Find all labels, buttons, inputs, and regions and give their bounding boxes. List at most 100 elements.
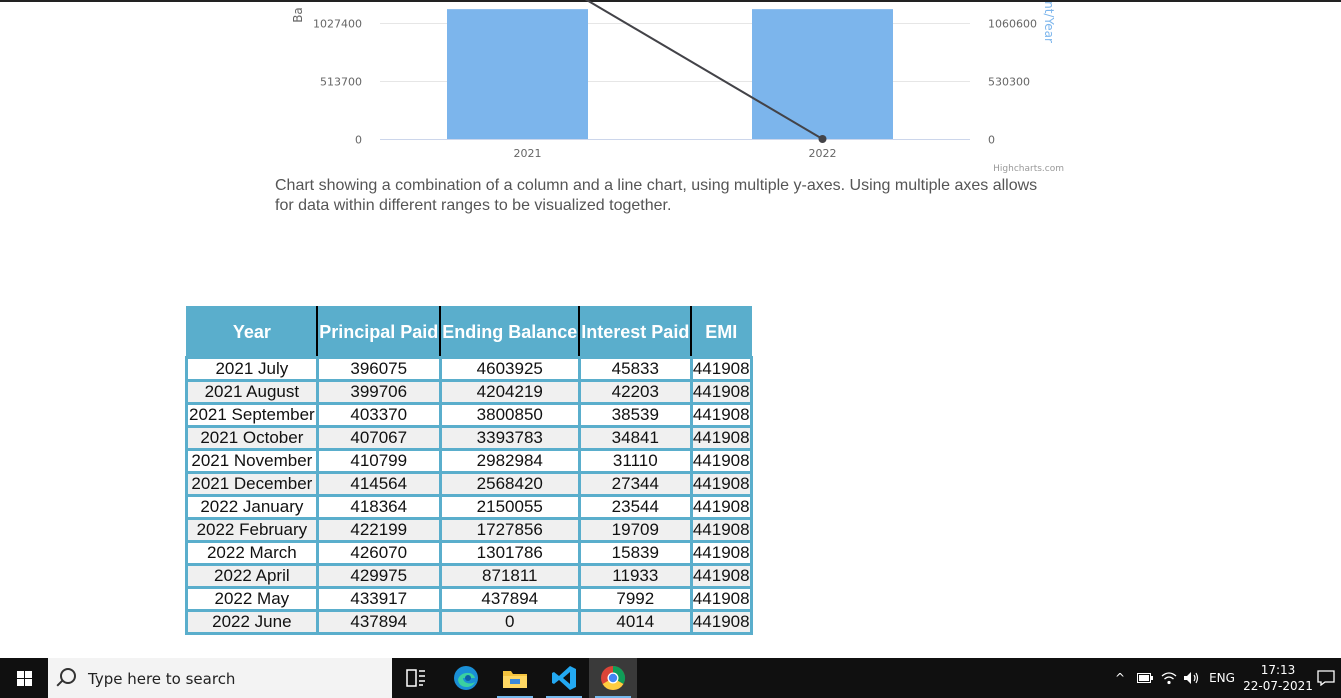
cell-year: 2022 March (185, 540, 319, 566)
table-row: 2021 July 396075 4603925 45833 441908 (185, 356, 753, 382)
volume-icon[interactable] (1183, 671, 1201, 685)
column-bar (752, 9, 893, 139)
table-row: 2022 April 429975 871811 11933 441908 (185, 563, 753, 589)
wifi-icon[interactable] (1161, 671, 1177, 685)
search-icon (60, 668, 76, 684)
cell-ending-balance: 4204219 (438, 379, 581, 405)
edge-taskbar-button[interactable] (442, 658, 490, 698)
chevron-up-icon[interactable]: ^ (1115, 671, 1125, 685)
cell-year: 2021 July (185, 356, 319, 382)
cell-principal-paid: 410799 (315, 448, 442, 474)
cell-interest-paid: 15839 (577, 540, 693, 566)
header-principal-paid: Principal Paid (316, 306, 442, 359)
cell-emi: 441908 (689, 448, 753, 474)
cell-year: 2021 November (185, 448, 319, 474)
cell-ending-balance: 2150055 (438, 494, 581, 520)
table-row: 2021 August 399706 4204219 42203 441908 (185, 379, 753, 405)
cell-interest-paid: 34841 (577, 425, 693, 451)
table-row: 2021 September 403370 3800850 38539 441908 (185, 402, 753, 428)
chrome-taskbar-button[interactable] (589, 658, 637, 698)
cell-interest-paid: 23544 (577, 494, 693, 520)
cell-year: 2021 October (185, 425, 319, 451)
cell-ending-balance: 0 (438, 609, 581, 635)
cell-emi: 441908 (689, 540, 753, 566)
cell-principal-paid: 414564 (315, 471, 442, 497)
chrome-icon (601, 665, 625, 691)
folder-icon (503, 671, 527, 688)
cell-emi: 441908 (689, 356, 753, 382)
language-indicator[interactable]: ENG (1209, 671, 1235, 685)
notifications-button[interactable] (1310, 658, 1341, 698)
search-placeholder: Type here to search (88, 670, 236, 688)
x-axis-tick-label: 2021 (514, 147, 542, 160)
cell-ending-balance: 2982984 (438, 448, 581, 474)
table-row: 2022 May 433917 437894 7992 441908 (185, 586, 753, 612)
table-row: 2022 February 422199 1727856 19709 441908 (185, 517, 753, 543)
right-axis-tick-label: 1060600 (988, 18, 1037, 31)
task-view-button[interactable] (392, 658, 440, 698)
cell-year: 2022 May (185, 586, 319, 612)
cell-principal-paid: 407067 (315, 425, 442, 451)
system-tray: ^ ENG (1115, 658, 1235, 698)
cell-interest-paid: 31110 (577, 448, 693, 474)
line-point (818, 135, 827, 143)
cell-ending-balance: 3800850 (438, 402, 581, 428)
cell-year: 2022 January (185, 494, 319, 520)
right-axis-title: nt/Year (1042, 1, 1056, 43)
battery-icon[interactable] (1137, 673, 1154, 683)
start-button[interactable] (0, 658, 48, 698)
table-row: 2021 November 410799 2982984 31110 441908 (185, 448, 753, 474)
column-bar (447, 9, 588, 139)
vscode-icon (552, 666, 576, 690)
left-axis-tick-label: 1027400 (313, 18, 362, 31)
cell-emi: 441908 (689, 517, 753, 543)
cell-emi: 441908 (689, 379, 753, 405)
cell-ending-balance: 4603925 (438, 356, 581, 382)
vscode-taskbar-button[interactable] (540, 658, 588, 698)
cell-principal-paid: 433917 (315, 586, 442, 612)
cell-ending-balance: 1301786 (438, 540, 581, 566)
cell-year: 2021 August (185, 379, 319, 405)
left-axis-tick-label: 513700 (320, 76, 362, 89)
highcharts-credits: Highcharts.com (993, 164, 1064, 174)
cell-interest-paid: 42203 (577, 379, 693, 405)
cell-emi: 441908 (689, 494, 753, 520)
cell-ending-balance: 1727856 (438, 517, 581, 543)
taskbar-clock[interactable]: 17:13 22-07-2021 (1240, 662, 1316, 694)
cell-interest-paid: 4014 (577, 609, 693, 635)
table-row: 2022 January 418364 2150055 23544 441908 (185, 494, 753, 520)
cell-principal-paid: 403370 (315, 402, 442, 428)
cell-principal-paid: 399706 (315, 379, 442, 405)
notification-icon (1316, 670, 1335, 686)
cell-emi: 441908 (689, 425, 753, 451)
cell-ending-balance: 3393783 (438, 425, 581, 451)
header-ending-balance: Ending Balance (439, 306, 581, 359)
edge-icon (454, 666, 478, 690)
cell-interest-paid: 19709 (577, 517, 693, 543)
cell-interest-paid: 45833 (577, 356, 693, 382)
table-header-row: Year Principal Paid Ending Balance Inter… (185, 306, 753, 359)
windows-logo-icon (16, 670, 32, 686)
clock-time: 17:13 (1260, 663, 1296, 677)
clock-date: 22-07-2021 (1243, 679, 1313, 693)
combo-chart: 1027400 513700 0 1060600 530300 0 2021 2022 Ba nt… (291, 0, 1064, 174)
left-axis-title: Ba (291, 7, 305, 23)
cell-emi: 441908 (689, 563, 753, 589)
right-axis-tick-label: 0 (988, 134, 995, 147)
table-row: 2021 December 414564 2568420 27344 441908 (185, 471, 753, 497)
cell-emi: 441908 (689, 586, 753, 612)
taskbar-search-box[interactable]: Type here to search (48, 658, 392, 698)
cell-ending-balance: 2568420 (438, 471, 581, 497)
x-axis-tick-label: 2022 (809, 147, 837, 160)
cell-principal-paid: 429975 (315, 563, 442, 589)
left-axis-tick-label: 0 (355, 134, 362, 147)
file-explorer-taskbar-button[interactable] (491, 658, 539, 698)
cell-ending-balance: 871811 (438, 563, 581, 589)
cell-ending-balance: 437894 (438, 586, 581, 612)
taskbar: Type here to search ^ ENG 17:13 22-07-20… (0, 658, 1341, 698)
header-emi: EMI (690, 306, 753, 359)
cell-emi: 441908 (689, 609, 753, 635)
header-year: Year (185, 306, 319, 359)
cell-year: 2022 April (185, 563, 319, 589)
cell-principal-paid: 422199 (315, 517, 442, 543)
